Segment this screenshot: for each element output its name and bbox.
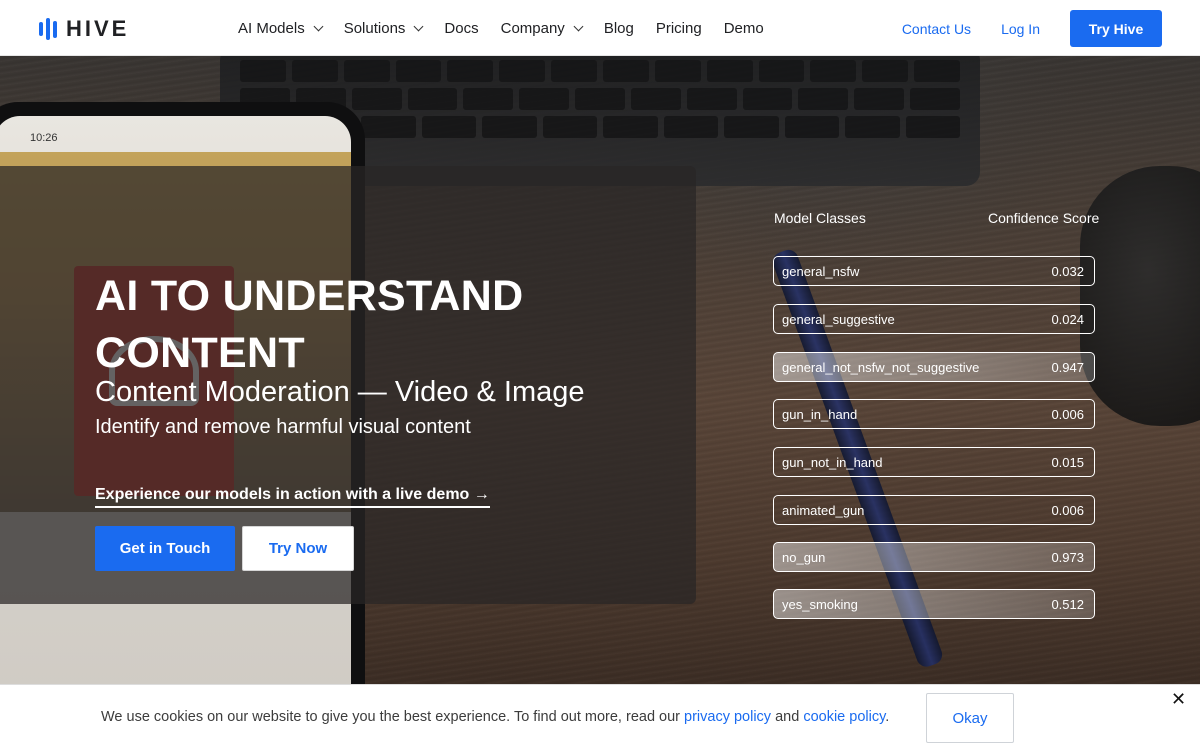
menu-label: Demo [723,19,764,37]
close-icon[interactable]: ✕ [1171,689,1186,710]
confidence-score-value: 0.512 [1051,596,1084,612]
confidence-score-value: 0.024 [1051,311,1084,327]
main-menu: AI Models Solutions Docs Company Blog Pr… [238,0,786,56]
hero-subtitle: Content Moderation — Video & Image [95,376,585,408]
model-class-label: gun_in_hand [782,406,858,422]
menu-blog[interactable]: Blog [604,20,634,37]
chevron-down-icon [413,21,424,31]
model-class-row: general_suggestive 0.024 [773,304,1095,334]
log-in-link[interactable]: Log In [1001,21,1040,37]
cookie-text-and: and [771,709,804,725]
cookie-text: We use cookies on our website to give yo… [101,709,685,725]
confidence-score-header: Confidence Score [988,210,1100,226]
get-in-touch-button[interactable]: Get in Touch [95,526,235,571]
model-class-row: gun_not_in_hand 0.015 [773,447,1095,477]
model-class-label: no_gun [782,549,826,565]
model-class-label: general_not_nsfw_not_suggestive [782,359,980,375]
chevron-down-icon [573,21,584,31]
menu-ai-models[interactable]: AI Models [238,19,324,37]
mouse-image [1080,166,1200,426]
hive-logo[interactable]: HIVE [39,16,129,42]
confidence-score-value: 0.015 [1051,454,1084,470]
menu-label: AI Models [238,19,305,37]
privacy-policy-link[interactable]: privacy policy [684,709,771,725]
confidence-score-value: 0.006 [1051,502,1084,518]
model-class-row: no_gun 0.973 [773,542,1095,572]
confidence-score-value: 0.947 [1051,359,1084,375]
hero-section: 10:26 AI TO UNDERSTAND CONTENT Content M… [0,56,1200,684]
menu-label: Docs [444,19,479,37]
menu-company[interactable]: Company [500,19,584,37]
model-classes-header: Model Classes [774,210,866,226]
model-class-label: gun_not_in_hand [782,454,883,470]
model-class-label: general_nsfw [782,263,860,279]
logo-bars-icon [39,18,57,40]
menu-pricing[interactable]: Pricing [656,20,702,37]
model-class-label: animated_gun [782,502,865,518]
nav-actions: Contact Us Log In Try Hive [902,10,1162,47]
model-class-label: general_suggestive [782,311,895,327]
confidence-score-value: 0.032 [1051,263,1084,279]
hero-tagline: Identify and remove harmful visual conte… [95,416,471,438]
okay-button[interactable]: Okay [926,693,1014,743]
top-navbar: HIVE AI Models Solutions Docs Company Bl… [0,0,1200,56]
cookie-message: We use cookies on our website to give yo… [101,709,889,725]
contact-us-link[interactable]: Contact Us [902,21,971,37]
model-class-row: yes_smoking 0.512 [773,589,1095,619]
try-now-button[interactable]: Try Now [242,526,354,571]
model-class-row: gun_in_hand 0.006 [773,399,1095,429]
cookie-policy-link[interactable]: cookie policy [803,709,885,725]
menu-solutions[interactable]: Solutions [343,19,424,37]
confidence-score-value: 0.006 [1051,406,1084,422]
model-class-row: general_nsfw 0.032 [773,256,1095,286]
menu-label: Blog [603,19,634,37]
confidence-score-value: 0.973 [1051,549,1084,565]
menu-label: Pricing [655,19,702,37]
menu-demo[interactable]: Demo [724,20,764,37]
phone-time: 10:26 [30,132,58,144]
chevron-down-icon [313,21,324,31]
cookie-text-period: . [885,709,890,725]
menu-label: Company [500,19,565,37]
logo-text: HIVE [66,16,130,41]
live-demo-link[interactable]: Experience our models in action with a l… [95,486,490,508]
hero-title: AI TO UNDERSTAND CONTENT [95,272,524,377]
model-class-row: animated_gun 0.006 [773,495,1095,525]
model-class-label: yes_smoking [782,596,858,612]
menu-docs[interactable]: Docs [444,20,478,37]
menu-label: Solutions [343,19,406,37]
try-hive-button[interactable]: Try Hive [1070,10,1162,47]
model-class-row: general_not_nsfw_not_suggestive 0.947 [773,352,1095,382]
cookie-banner: We use cookies on our website to give yo… [0,684,1200,750]
